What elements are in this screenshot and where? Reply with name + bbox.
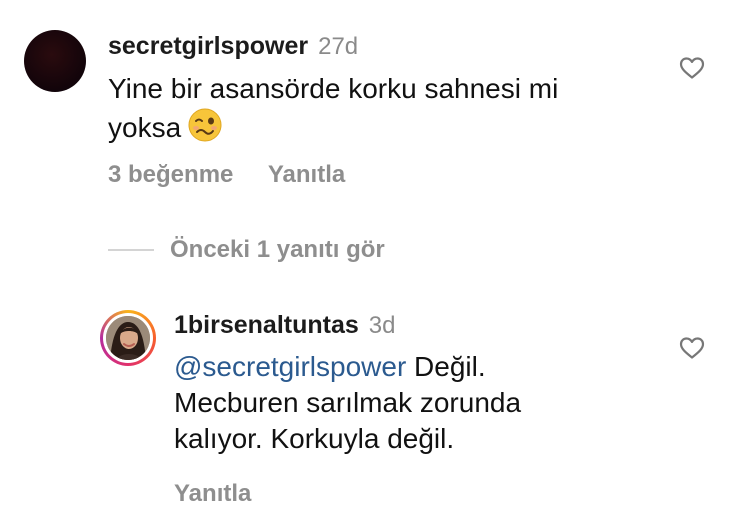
reply-button[interactable]: Yanıtla: [174, 480, 251, 508]
comment-text: Yine bir asansörde korku sahnesi mi yoks…: [108, 71, 558, 146]
reply-text-line: @secretgirlspower Değil.: [174, 349, 521, 385]
avatar[interactable]: [106, 316, 150, 360]
avatar-photo: [106, 316, 150, 360]
comment-text-line: yoksa: [108, 107, 558, 146]
reply-text-line: Mecburen sarılmak zorunda: [174, 387, 522, 418]
timestamp: 27d: [318, 33, 359, 60]
timestamp: 3d: [368, 312, 396, 339]
replies-divider: [108, 249, 154, 251]
avatar-story-ring[interactable]: [100, 310, 156, 366]
heart-outline-icon[interactable]: [679, 56, 705, 80]
comment-actions: 3 beğenme Yanıtla: [108, 161, 345, 189]
avatar[interactable]: [24, 30, 86, 92]
likes-count[interactable]: 3 beğenme: [108, 161, 233, 188]
username[interactable]: secretgirlspower: [108, 32, 308, 60]
mention-link[interactable]: @secretgirlspower: [174, 351, 406, 382]
woozy-face-emoji-icon: [188, 108, 222, 142]
reply-text: @secretgirlspower Değil. Mecburen sarılm…: [174, 349, 521, 457]
comment-text-line: Yine bir asansörde korku sahnesi mi: [108, 73, 559, 104]
reply-text-line: kalıyor. Korkuyla değil.: [174, 423, 455, 454]
avatar-ring-gap: [103, 313, 153, 363]
heart-outline-icon[interactable]: [679, 336, 705, 360]
username[interactable]: 1birsenaltuntas: [174, 311, 359, 339]
like-button[interactable]: [679, 56, 705, 85]
reply-button[interactable]: Yanıtla: [268, 161, 345, 188]
comment-text-fragment: yoksa: [108, 112, 182, 143]
reply-text-fragment: Değil.: [406, 351, 486, 382]
reply-header: 1birsenaltuntas 3d: [174, 311, 395, 340]
like-button[interactable]: [679, 336, 705, 365]
comment-header: secretgirlspower 27d: [108, 32, 358, 61]
view-replies-button[interactable]: Önceki 1 yanıtı gör: [170, 236, 385, 264]
